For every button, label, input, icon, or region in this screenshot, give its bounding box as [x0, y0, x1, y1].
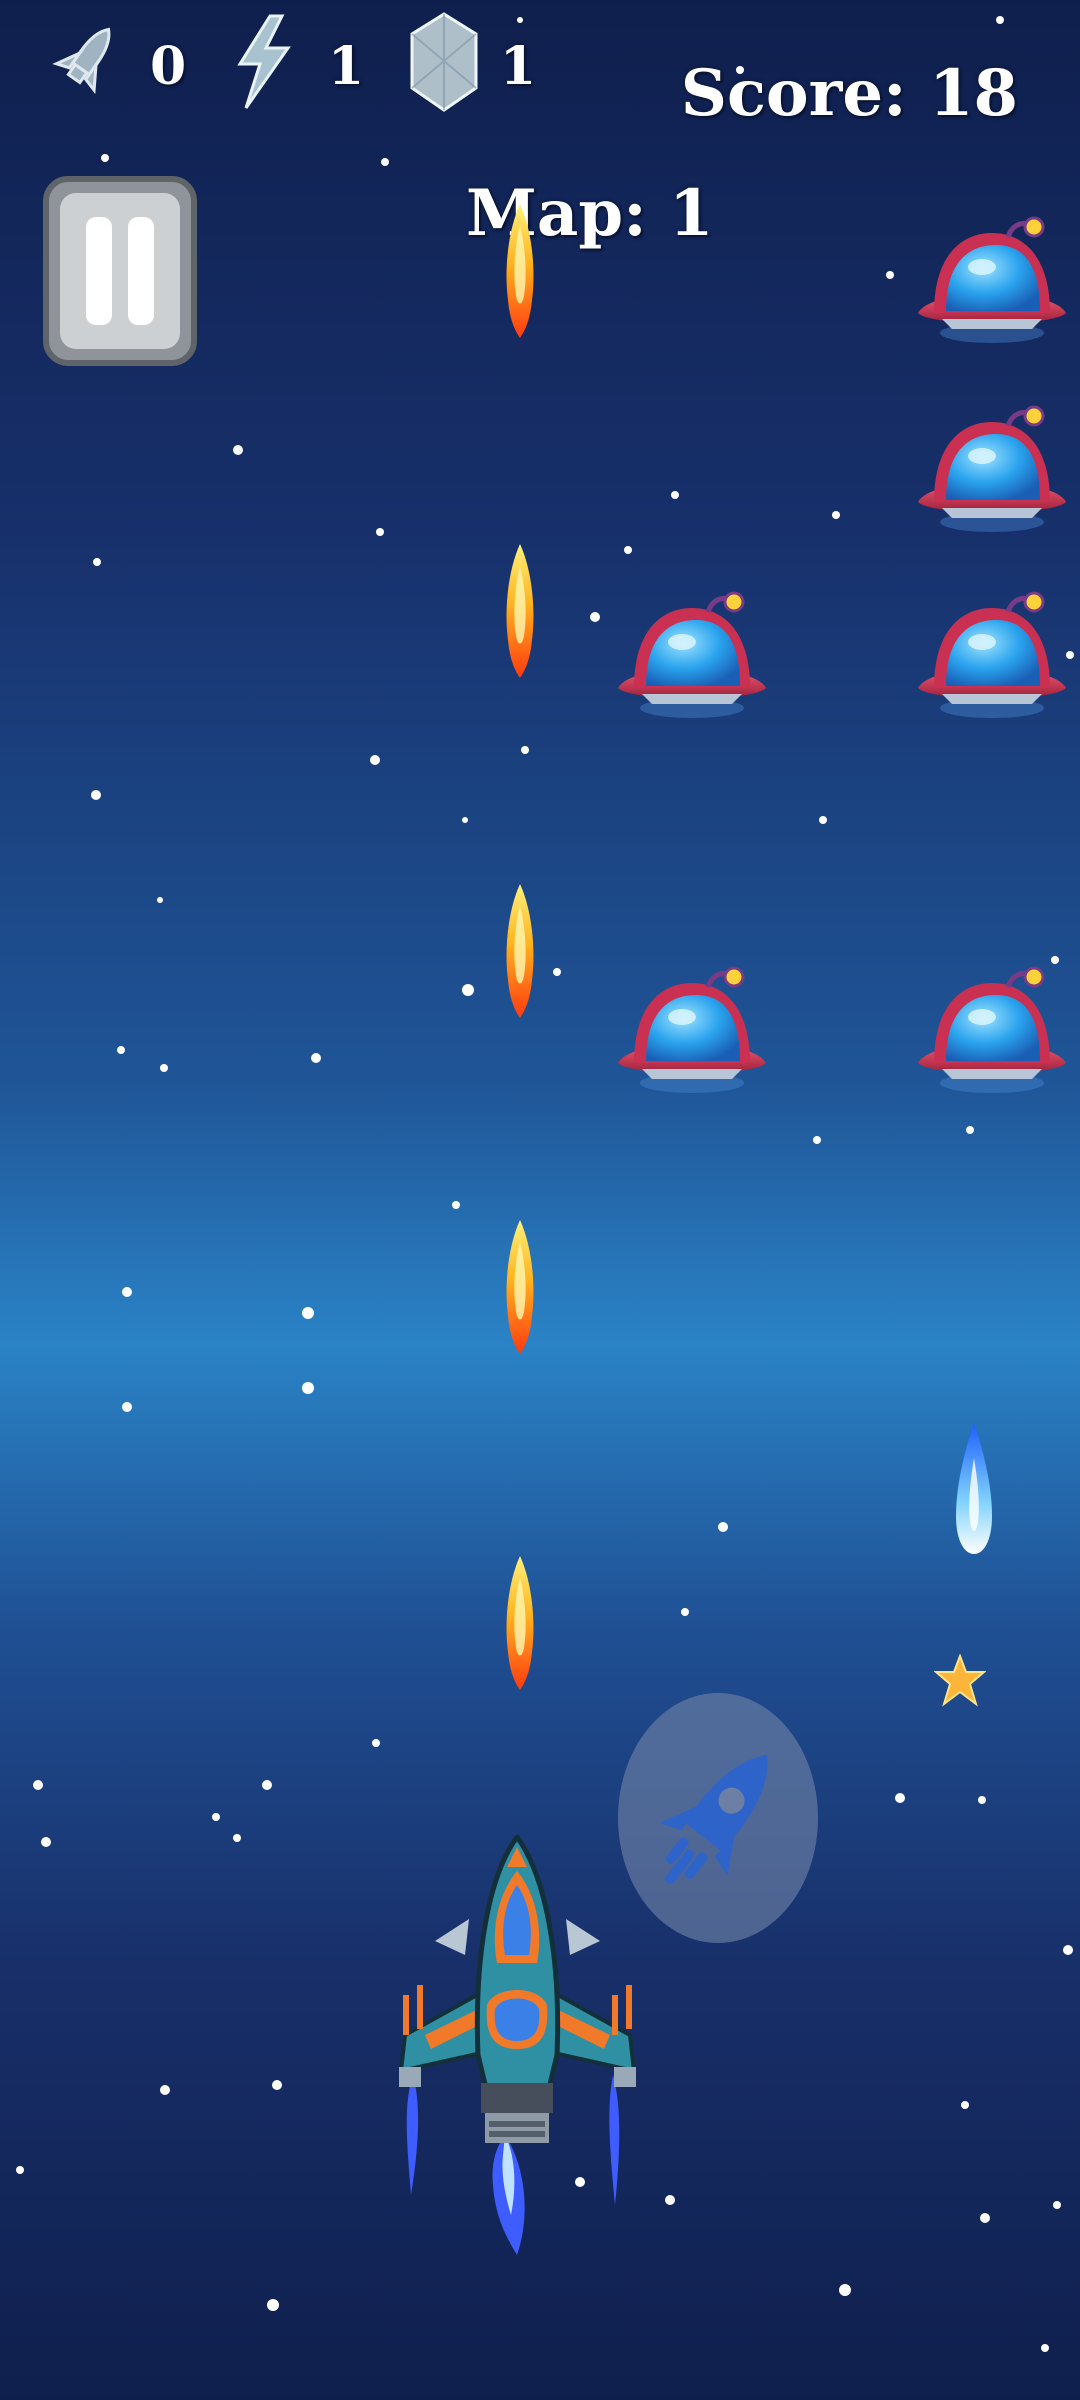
star-pickup — [934, 1654, 986, 1707]
enemy-ufo — [912, 965, 1072, 1105]
game-screen[interactable]: 0 1 1 Score: 18 Map: 1 — [0, 0, 1080, 2400]
crystal-shield-icon — [410, 12, 478, 112]
shield-count: 1 — [500, 36, 537, 97]
pause-button[interactable] — [42, 175, 198, 367]
lightning-icon — [237, 14, 291, 109]
enemy-projectile — [956, 1422, 992, 1554]
enemy-ufo — [912, 404, 1072, 544]
missile-icon — [52, 27, 111, 95]
lightning-count: 1 — [328, 36, 365, 97]
score-label: Score: 18 — [680, 56, 1018, 131]
player-bullet — [506, 204, 534, 338]
enemy-ufo — [612, 590, 772, 730]
player-bullet — [506, 884, 534, 1018]
enemy-ufo — [912, 590, 1072, 730]
player-bullet — [506, 1556, 534, 1690]
fire-rocket-button[interactable] — [617, 1692, 819, 1944]
player-bullet — [506, 544, 534, 678]
enemy-ufo — [912, 215, 1072, 355]
missile-count: 0 — [150, 36, 187, 97]
player-ship[interactable] — [395, 1835, 640, 2275]
player-bullet — [506, 1220, 534, 1354]
enemy-ufo — [612, 965, 772, 1105]
